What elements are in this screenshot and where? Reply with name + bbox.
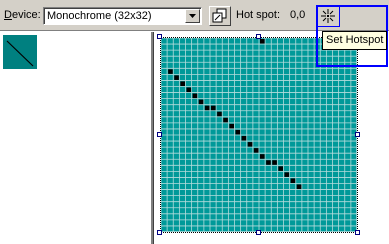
black-pixel[interactable] <box>174 75 179 80</box>
set-hotspot-button[interactable] <box>316 5 340 27</box>
black-pixel[interactable] <box>272 160 277 165</box>
resize-handle-bm[interactable] <box>256 230 261 235</box>
resize-handle-ml[interactable] <box>157 132 162 137</box>
resize-handle-tm[interactable] <box>256 34 261 39</box>
dropdown-button[interactable] <box>185 9 200 23</box>
black-pixel[interactable] <box>217 111 222 117</box>
crosshair-icon <box>321 9 335 23</box>
resize-handle-br[interactable] <box>355 230 360 235</box>
toolbar: Device: Monochrome (32x32) Hot spot: 0,0 <box>0 0 389 30</box>
black-pixel[interactable] <box>204 105 210 111</box>
device-select-value: Monochrome (32x32) <box>47 10 152 22</box>
device-label: Device: <box>4 9 41 21</box>
chevron-down-icon <box>189 14 196 18</box>
cursor-thumbnail[interactable] <box>3 35 37 69</box>
black-pixel[interactable] <box>278 166 283 171</box>
resize-handle-tl[interactable] <box>157 34 162 39</box>
hotspot-value: 0,0 <box>290 9 306 21</box>
black-pixel[interactable] <box>241 136 247 141</box>
black-pixel[interactable] <box>198 99 204 105</box>
black-pixel[interactable] <box>192 93 198 99</box>
black-pixel[interactable] <box>296 184 302 190</box>
black-pixel[interactable] <box>247 142 253 147</box>
black-pixel[interactable] <box>186 87 192 93</box>
device-select[interactable]: Monochrome (32x32) <box>43 7 202 25</box>
black-pixel[interactable] <box>211 105 216 111</box>
black-pixel[interactable] <box>260 39 265 44</box>
black-pixel[interactable] <box>284 172 290 177</box>
set-hotspot-tooltip: Set Hotspot <box>322 31 388 50</box>
black-pixel[interactable] <box>260 154 265 159</box>
black-pixel[interactable] <box>180 81 185 86</box>
pixel-grid-wrap[interactable] <box>160 37 357 235</box>
black-pixel[interactable] <box>229 123 234 129</box>
cursor-preview-icon <box>6 40 34 67</box>
black-pixel[interactable] <box>253 148 259 153</box>
pixel-grid[interactable] <box>160 37 357 232</box>
copy-device-button[interactable] <box>209 6 231 26</box>
black-pixel[interactable] <box>266 160 271 165</box>
resize-handle-mr[interactable] <box>355 132 360 137</box>
black-pixel[interactable] <box>223 117 228 123</box>
hotspot-label: Hot spot: <box>236 9 281 21</box>
resize-handle-bl[interactable] <box>157 230 162 235</box>
black-pixel[interactable] <box>168 69 173 74</box>
black-pixel[interactable] <box>235 129 241 135</box>
copy-image-icon <box>212 8 227 23</box>
black-pixel[interactable] <box>290 178 296 183</box>
device-image-list[interactable] <box>0 32 151 244</box>
